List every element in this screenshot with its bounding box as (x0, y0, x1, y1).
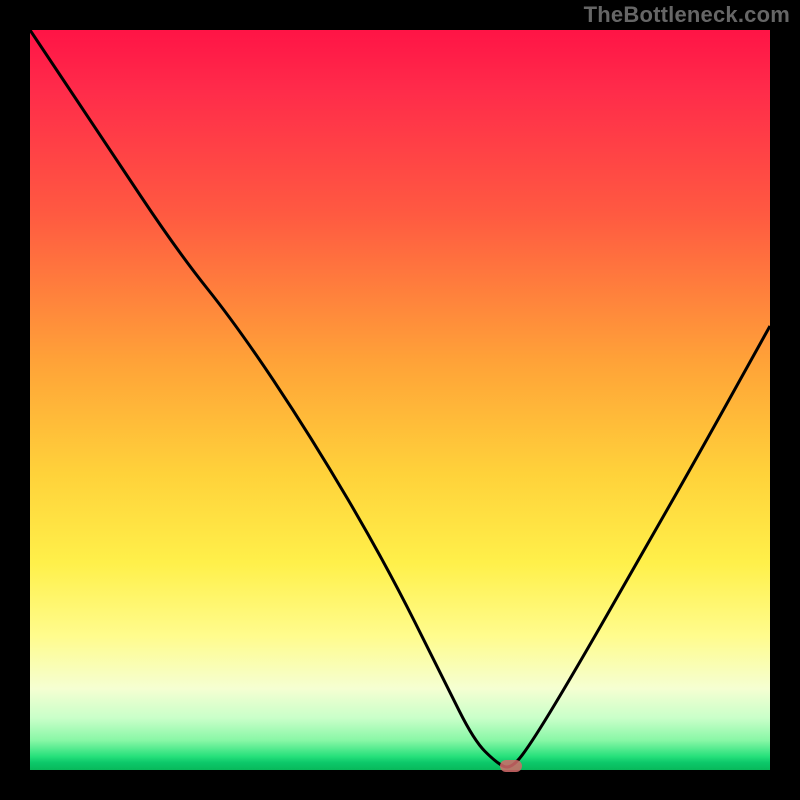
curve-path (30, 30, 770, 767)
bottleneck-curve (30, 30, 770, 770)
optimal-marker (500, 760, 522, 772)
chart-frame: TheBottleneck.com (0, 0, 800, 800)
plot-area (30, 30, 770, 770)
watermark-text: TheBottleneck.com (584, 2, 790, 28)
